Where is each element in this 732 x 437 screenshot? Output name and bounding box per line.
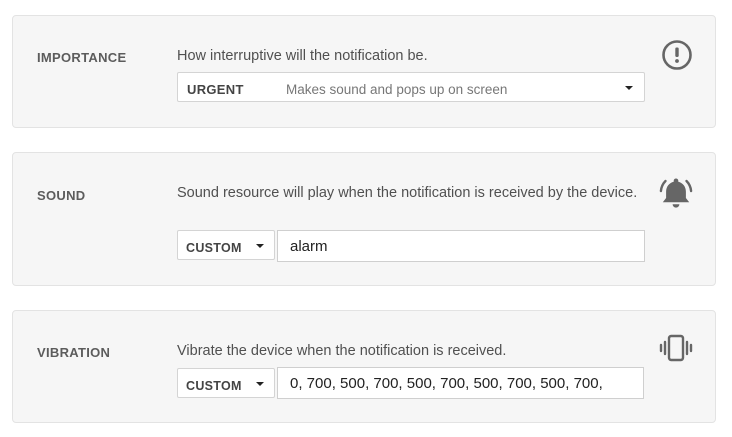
importance-select-description: Makes sound and pops up on screen xyxy=(286,82,508,97)
importance-card: IMPORTANCE How interruptive will the not… xyxy=(12,15,716,128)
chevron-down-icon xyxy=(256,244,264,248)
sound-select-value: CUSTOM xyxy=(186,241,242,255)
vibration-label: VIBRATION xyxy=(37,345,111,360)
chevron-down-icon xyxy=(256,382,264,386)
vibration-card: VIBRATION Vibrate the device when the no… xyxy=(12,310,716,423)
sound-label: SOUND xyxy=(37,188,86,203)
sound-card: SOUND Sound resource will play when the … xyxy=(12,152,716,286)
sound-resource-input[interactable] xyxy=(277,230,645,262)
vibration-select[interactable]: CUSTOM xyxy=(177,368,275,398)
importance-description: How interruptive will the notification b… xyxy=(177,48,428,64)
sound-select[interactable]: CUSTOM xyxy=(177,230,275,260)
chevron-down-icon xyxy=(625,86,633,90)
importance-label: IMPORTANCE xyxy=(37,50,127,65)
exclamation-circle-icon xyxy=(662,40,692,70)
vibration-select-value: CUSTOM xyxy=(186,379,242,393)
sound-description: Sound resource will play when the notifi… xyxy=(177,185,638,201)
bell-icon xyxy=(659,178,693,208)
vibration-description: Vibrate the device when the notification… xyxy=(177,343,507,359)
phone-vibrate-icon xyxy=(659,334,693,362)
importance-select-value: URGENT xyxy=(187,82,244,97)
importance-select[interactable]: URGENT Makes sound and pops up on screen xyxy=(177,72,645,102)
vibration-pattern-input[interactable] xyxy=(277,367,644,399)
